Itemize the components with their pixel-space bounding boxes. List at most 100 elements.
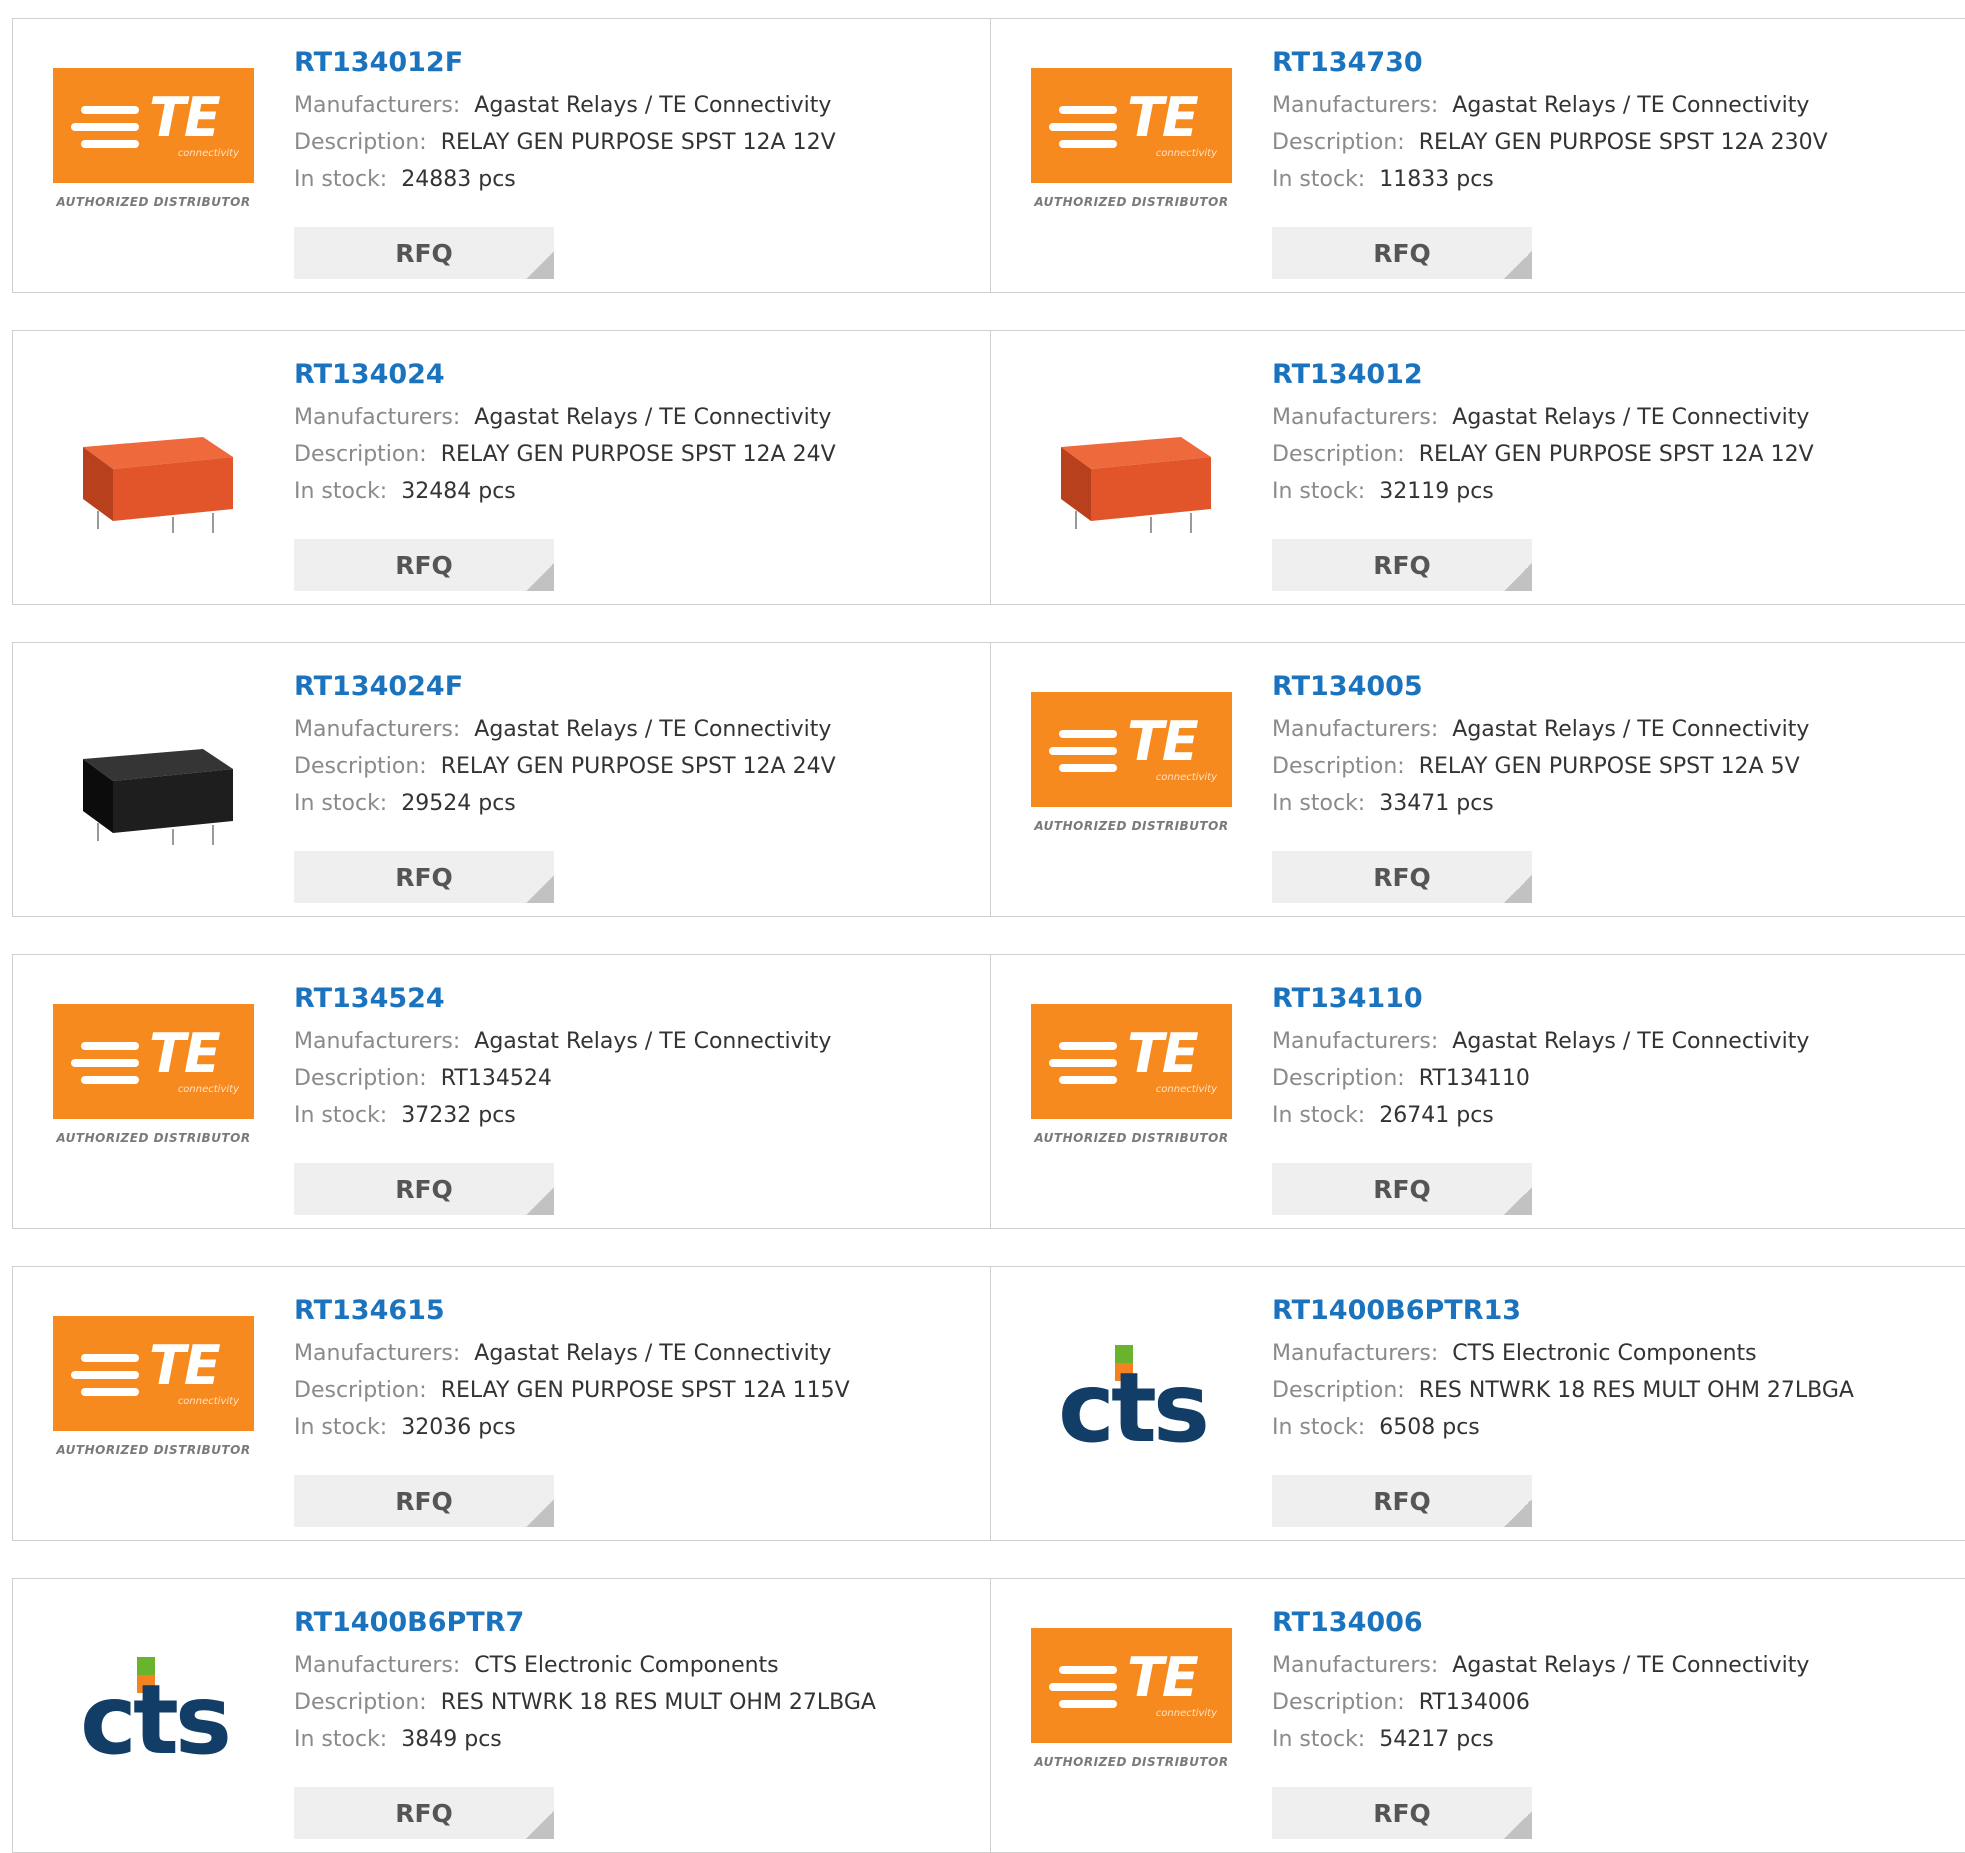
rfq-button[interactable]: RFQ xyxy=(1272,1787,1532,1839)
product-thumbnail[interactable]: TE connectivity AUTHORIZED DISTRIBUTOR xyxy=(1031,59,1233,259)
product-card: RT134012 Manufacturers: Agastat Relays / … xyxy=(990,330,1965,605)
product-info: RT134012F Manufacturers: Agastat Relays /… xyxy=(294,47,836,198)
manufacturer-row: Manufacturers: CTS Electronic Components xyxy=(294,1647,876,1684)
stock-row: In stock: 32036 pcs xyxy=(294,1409,850,1446)
part-number-link[interactable]: RT134012 xyxy=(1272,359,1814,391)
part-number-link[interactable]: RT134615 xyxy=(294,1295,850,1327)
stock-label: In stock: xyxy=(1272,1415,1366,1440)
rfq-label: RFQ xyxy=(1373,862,1431,892)
stock-unit: pcs xyxy=(478,167,516,192)
manufacturer-value: Agastat Relays / TE Connectivity xyxy=(1452,93,1810,118)
stock-value: 37232 xyxy=(401,1103,472,1128)
rfq-button[interactable]: RFQ xyxy=(1272,227,1532,279)
rfq-label: RFQ xyxy=(1373,238,1431,268)
corner-fold-icon xyxy=(526,1499,554,1527)
te-connectivity-logo: TE connectivity AUTHORIZED DISTRIBUTOR xyxy=(53,59,255,259)
description-label: Description: xyxy=(294,442,427,467)
rfq-button[interactable]: RFQ xyxy=(294,851,554,903)
description-row: Description: RELAY GEN PURPOSE SPST 12A 1… xyxy=(294,1372,850,1409)
description-label: Description: xyxy=(1272,442,1405,467)
stock-unit: pcs xyxy=(1456,167,1494,192)
manufacturer-row: Manufacturers: Agastat Relays / TE Connec… xyxy=(1272,1647,1809,1684)
product-card: TE connectivity AUTHORIZED DISTRIBUTOR R… xyxy=(12,1266,990,1541)
manufacturer-label: Manufacturers: xyxy=(294,93,461,118)
rfq-label: RFQ xyxy=(395,1174,453,1204)
product-thumbnail[interactable]: TE connectivity AUTHORIZED DISTRIBUTOR xyxy=(53,995,255,1195)
product-thumbnail[interactable]: cts xyxy=(1031,1307,1233,1507)
part-number-link[interactable]: RT1400B6PTR13 xyxy=(1272,1295,1854,1327)
corner-fold-icon xyxy=(1504,1187,1532,1215)
part-number-link[interactable]: RT134524 xyxy=(294,983,831,1015)
rfq-button[interactable]: RFQ xyxy=(1272,1475,1532,1527)
description-value: RELAY GEN PURPOSE SPST 12A 5V xyxy=(1418,754,1800,779)
rfq-label: RFQ xyxy=(395,862,453,892)
stock-row: In stock: 54217 pcs xyxy=(1272,1721,1809,1758)
manufacturer-value: Agastat Relays / TE Connectivity xyxy=(1452,405,1810,430)
rfq-button[interactable]: RFQ xyxy=(1272,1163,1532,1215)
manufacturer-row: Manufacturers: Agastat Relays / TE Connec… xyxy=(294,1335,850,1372)
manufacturer-value: Agastat Relays / TE Connectivity xyxy=(474,405,832,430)
rfq-label: RFQ xyxy=(1373,550,1431,580)
product-thumbnail[interactable]: TE connectivity AUTHORIZED DISTRIBUTOR xyxy=(1031,1619,1233,1819)
cts-logo: cts xyxy=(53,1619,255,1819)
product-thumbnail[interactable]: cts xyxy=(53,1619,255,1819)
stock-row: In stock: 11833 pcs xyxy=(1272,161,1828,198)
product-info: RT134006 Manufacturers: Agastat Relays / … xyxy=(1272,1607,1809,1758)
stock-value: 32119 xyxy=(1379,479,1450,504)
product-thumbnail[interactable]: TE connectivity AUTHORIZED DISTRIBUTOR xyxy=(53,59,255,259)
rfq-button[interactable]: RFQ xyxy=(294,539,554,591)
manufacturer-value: Agastat Relays / TE Connectivity xyxy=(474,1029,832,1054)
manufacturer-value: Agastat Relays / TE Connectivity xyxy=(1452,717,1810,742)
rfq-button[interactable]: RFQ xyxy=(294,227,554,279)
description-label: Description: xyxy=(294,1378,427,1403)
part-number-link[interactable]: RT134024 xyxy=(294,359,836,391)
corner-fold-icon xyxy=(526,875,554,903)
product-thumbnail[interactable]: TE connectivity AUTHORIZED DISTRIBUTOR xyxy=(53,1307,255,1507)
rfq-button[interactable]: RFQ xyxy=(294,1475,554,1527)
manufacturer-row: Manufacturers: Agastat Relays / TE Connec… xyxy=(294,1023,831,1060)
stock-unit: pcs xyxy=(478,479,516,504)
stock-value: 33471 xyxy=(1379,791,1450,816)
description-label: Description: xyxy=(294,130,427,155)
stock-row: In stock: 33471 pcs xyxy=(1272,785,1809,822)
product-thumbnail[interactable]: TE connectivity AUTHORIZED DISTRIBUTOR xyxy=(1031,995,1233,1195)
part-number-link[interactable]: RT1400B6PTR7 xyxy=(294,1607,876,1639)
part-number-link[interactable]: RT134005 xyxy=(1272,671,1809,703)
product-info: RT134024F Manufacturers: Agastat Relays /… xyxy=(294,671,836,822)
rfq-button[interactable]: RFQ xyxy=(1272,539,1532,591)
corner-fold-icon xyxy=(1504,251,1532,279)
product-info: RT1400B6PTR13 Manufacturers: CTS Electron… xyxy=(1272,1295,1854,1446)
te-connectivity-logo: TE connectivity AUTHORIZED DISTRIBUTOR xyxy=(1031,995,1233,1195)
product-thumbnail[interactable] xyxy=(53,683,255,883)
stock-value: 54217 xyxy=(1379,1727,1450,1752)
part-number-link[interactable]: RT134006 xyxy=(1272,1607,1809,1639)
product-thumbnail[interactable] xyxy=(53,371,255,571)
rfq-label: RFQ xyxy=(395,1486,453,1516)
manufacturer-label: Manufacturers: xyxy=(294,1653,461,1678)
product-grid: TE connectivity AUTHORIZED DISTRIBUTOR R… xyxy=(0,0,1965,1853)
stock-label: In stock: xyxy=(294,791,388,816)
manufacturer-row: Manufacturers: Agastat Relays / TE Connec… xyxy=(294,399,836,436)
part-number-link[interactable]: RT134024F xyxy=(294,671,836,703)
manufacturer-row: Manufacturers: CTS Electronic Components xyxy=(1272,1335,1854,1372)
stock-value: 6508 xyxy=(1379,1415,1436,1440)
description-row: Description: RES NTWRK 18 RES MULT OHM 27… xyxy=(1272,1372,1854,1409)
rfq-button[interactable]: RFQ xyxy=(294,1787,554,1839)
stock-row: In stock: 3849 pcs xyxy=(294,1721,876,1758)
stock-row: In stock: 37232 pcs xyxy=(294,1097,831,1134)
manufacturer-value: Agastat Relays / TE Connectivity xyxy=(1452,1653,1810,1678)
product-thumbnail[interactable]: TE connectivity AUTHORIZED DISTRIBUTOR xyxy=(1031,683,1233,883)
stock-label: In stock: xyxy=(294,1727,388,1752)
product-card: TE connectivity AUTHORIZED DISTRIBUTOR R… xyxy=(12,954,990,1229)
product-thumbnail[interactable] xyxy=(1031,371,1233,571)
rfq-button[interactable]: RFQ xyxy=(1272,851,1532,903)
product-info: RT134730 Manufacturers: Agastat Relays / … xyxy=(1272,47,1828,198)
stock-row: In stock: 6508 pcs xyxy=(1272,1409,1854,1446)
product-info: RT134524 Manufacturers: Agastat Relays / … xyxy=(294,983,831,1134)
rfq-button[interactable]: RFQ xyxy=(294,1163,554,1215)
part-number-link[interactable]: RT134730 xyxy=(1272,47,1828,79)
product-info: RT134005 Manufacturers: Agastat Relays / … xyxy=(1272,671,1809,822)
manufacturer-value: Agastat Relays / TE Connectivity xyxy=(1452,1029,1810,1054)
part-number-link[interactable]: RT134110 xyxy=(1272,983,1809,1015)
part-number-link[interactable]: RT134012F xyxy=(294,47,836,79)
